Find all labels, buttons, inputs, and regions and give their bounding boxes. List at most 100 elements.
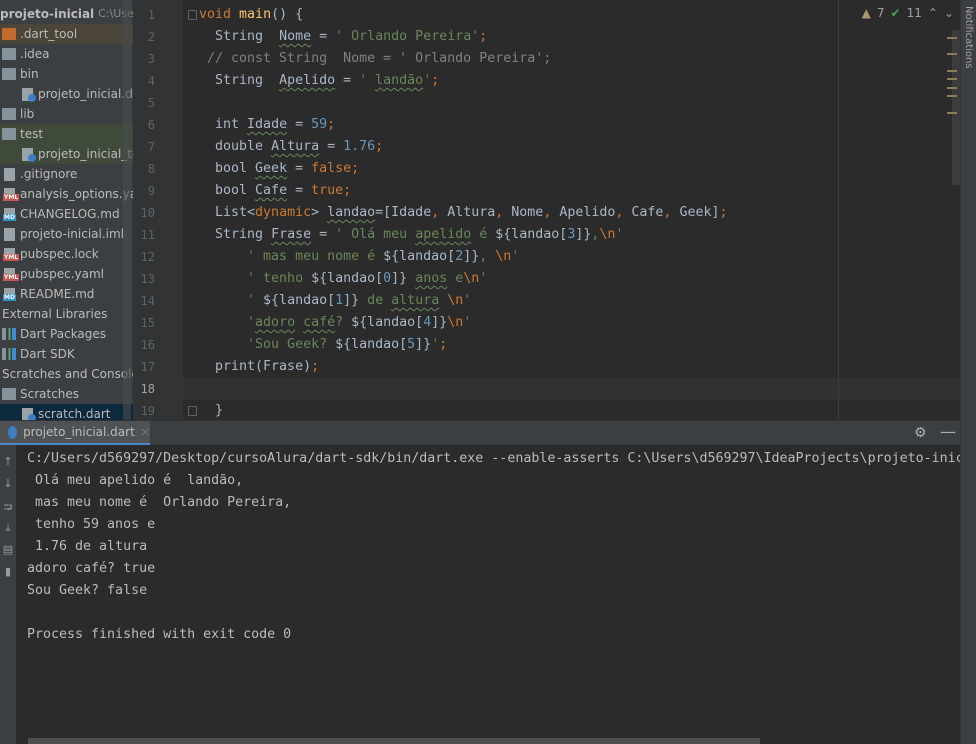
trash-icon[interactable]: ▮: [2, 565, 14, 578]
line-number: 5: [147, 96, 155, 110]
project-item[interactable]: projeto_inicial.dart: [0, 84, 133, 104]
project-item[interactable]: scratch.dart: [0, 404, 133, 420]
project-item[interactable]: test: [0, 124, 133, 144]
project-item[interactable]: MD CHANGELOG.md: [0, 204, 133, 224]
code-line[interactable]: double Altura = 1.76;: [199, 136, 383, 158]
scroll-marker[interactable]: [947, 53, 957, 55]
code-token: // const String Nome = ' Orlando Pereira…: [199, 51, 552, 66]
folder-icon: [2, 128, 16, 140]
scroll-marker[interactable]: [947, 112, 957, 114]
code-token: ${landao[: [495, 227, 568, 242]
code-token: false: [311, 161, 352, 176]
scroll-marker[interactable]: [947, 70, 957, 72]
project-item[interactable]: Dart SDK: [0, 344, 133, 364]
scroll-marker[interactable]: [947, 95, 957, 97]
code-line[interactable]: void main() {: [199, 4, 303, 26]
project-item[interactable]: .idea: [0, 44, 133, 64]
up-arrow-icon[interactable]: ↑: [2, 455, 14, 468]
project-item[interactable]: bin: [0, 64, 133, 84]
code-token: main: [239, 7, 272, 22]
project-item[interactable]: YML pubspec.yaml: [0, 264, 133, 284]
next-highlight-icon[interactable]: ⌄: [944, 6, 954, 20]
code-line[interactable]: String Nome = ' Orlando Pereira';: [199, 26, 487, 48]
print-icon[interactable]: ▤: [2, 543, 14, 556]
line-number: 2: [147, 30, 155, 44]
project-item-label: projeto-inicial.iml: [20, 227, 125, 241]
notifications-tool-window[interactable]: Notifications: [960, 0, 976, 744]
code-token: =[Idade: [375, 205, 432, 220]
project-item[interactable]: External Libraries: [0, 304, 133, 324]
code-token: altura: [391, 293, 440, 308]
code-line[interactable]: 'adoro café? ${landao[4]}\n': [199, 312, 471, 334]
console-horizontal-scrollbar[interactable]: [28, 738, 760, 744]
code-token: \n: [599, 227, 616, 242]
project-item[interactable]: projeto-inicial.iml: [0, 224, 133, 244]
code-token: ]}: [391, 271, 408, 286]
project-item[interactable]: Dart Packages: [0, 324, 133, 344]
code-line[interactable]: ' ${landao[1]} de altura \n': [199, 290, 471, 312]
project-item[interactable]: Scratches and Consoles: [0, 364, 133, 384]
soft-wrap-icon[interactable]: ⮒: [2, 499, 14, 518]
code-editor[interactable]: ▲ 7 ✔ 11 ⌃ ⌄ void main() { String Nome =…: [183, 0, 960, 420]
down-arrow-icon[interactable]: ↓: [2, 477, 14, 490]
code-line[interactable]: // const String Nome = ' Orlando Pereira…: [199, 48, 551, 70]
code-token: () {: [271, 7, 304, 22]
project-item[interactable]: lib: [0, 104, 133, 124]
scroll-marker[interactable]: [947, 37, 957, 39]
inspection-widget[interactable]: ▲ 7 ✔ 11 ⌃ ⌄: [862, 6, 954, 20]
previous-highlight-icon[interactable]: ⌃: [928, 6, 938, 20]
warning-count: 7: [876, 6, 885, 20]
code-token: Geek: [255, 161, 288, 176]
minimize-icon[interactable]: —: [940, 422, 956, 441]
code-line[interactable]: 'Sou Geek? ${landao[5]}';: [199, 334, 447, 356]
fold-icon[interactable]: [188, 406, 197, 416]
project-item[interactable]: YML pubspec.lock: [0, 244, 133, 264]
project-root[interactable]: projeto-inicial C:\Users\d569297\IdeaPro…: [0, 4, 133, 24]
code-token: int: [199, 117, 248, 132]
md-file-icon: MD: [3, 207, 16, 221]
line-number: 3: [147, 52, 155, 66]
run-tab[interactable]: projeto_inicial.dart ✕: [0, 421, 150, 446]
code-token: ,: [431, 205, 448, 220]
project-item[interactable]: MD README.md: [0, 284, 133, 304]
project-item[interactable]: YMLanalysis_options.yaml: [0, 184, 133, 204]
line-gutter: 1 2 3 4 5 6 7 8 9 10 11 12 13 14 15 16 17 18 19: [133, 0, 183, 420]
project-item[interactable]: .dart_tool: [0, 24, 133, 44]
line-number: 16: [140, 338, 155, 352]
code-line[interactable]: print(Frase);: [199, 356, 319, 378]
code-line[interactable]: int Idade = 59;: [199, 114, 335, 136]
line-number: 4: [147, 74, 155, 88]
code-token: Altura: [447, 205, 496, 220]
project-panel: projeto-inicial C:\Users\d569297\IdeaPro…: [0, 0, 133, 420]
project-item-label: README.md: [20, 287, 95, 301]
code-token: =: [287, 117, 312, 132]
file-icon: [4, 167, 15, 181]
code-line[interactable]: List<dynamic> landao=[Idade, Altura, Nom…: [199, 202, 727, 224]
project-scrollbar[interactable]: [123, 0, 131, 420]
scroll-marker[interactable]: [947, 78, 957, 80]
code-line[interactable]: }: [199, 400, 223, 420]
code-line[interactable]: ' tenho ${landao[0]} anos e\n': [199, 268, 487, 290]
line-number: 15: [140, 316, 155, 330]
code-line[interactable]: bool Cafe = true;: [199, 180, 351, 202]
scroll-to-end-icon[interactable]: ⤓: [2, 521, 14, 535]
code-line[interactable]: String Frase = ' Olá meu apelido é ${lan…: [199, 224, 623, 246]
gear-icon[interactable]: ⚙: [914, 425, 927, 441]
code-line[interactable]: bool Geek = false;: [199, 158, 359, 180]
code-token: \n: [447, 315, 464, 330]
run-console[interactable]: C:/Users/d569297/Desktop/cursoAlura/dart…: [16, 445, 960, 744]
notifications-label: Notifications: [963, 6, 974, 69]
fold-icon[interactable]: [188, 10, 197, 20]
library-icon: [2, 328, 16, 340]
close-icon[interactable]: ✕: [141, 426, 150, 439]
dart-file-icon: [22, 147, 36, 162]
code-line[interactable]: ' mas meu nome é ${landao[2]}, \n': [199, 246, 519, 268]
project-item[interactable]: .gitignore: [0, 164, 133, 184]
weak-warning-count: 11: [906, 6, 922, 20]
project-item[interactable]: Scratches: [0, 384, 133, 404]
line-number: 14: [140, 294, 155, 308]
project-item[interactable]: projeto_inicial_test.dart: [0, 144, 133, 164]
scroll-marker[interactable]: [947, 87, 957, 89]
folder-icon: [2, 108, 16, 120]
code-line[interactable]: String Apelido = ' landão';: [199, 70, 439, 92]
